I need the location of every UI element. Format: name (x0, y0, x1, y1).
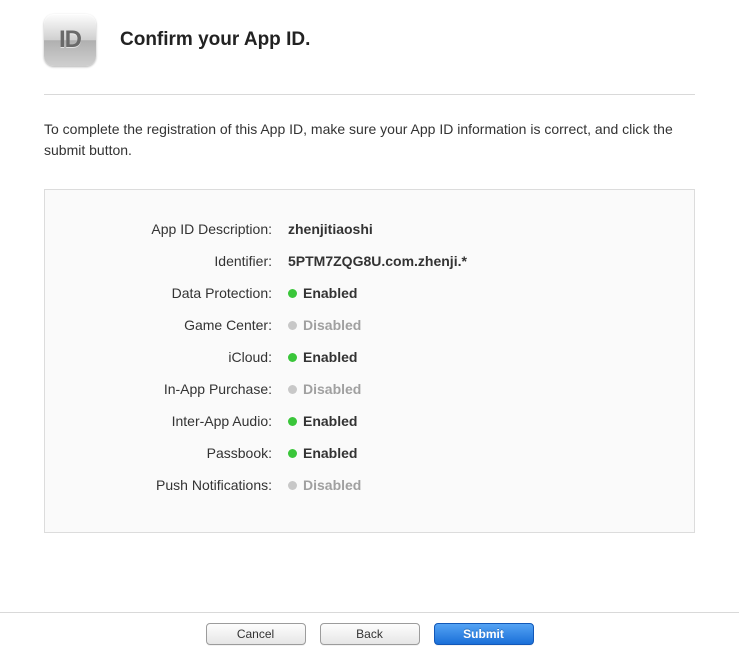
status-dot-icon (288, 385, 297, 394)
value-data-protection: Enabled (303, 285, 357, 301)
row-inter-app-audio: Inter-App Audio: Enabled (65, 412, 674, 430)
row-description: App ID Description: zhenjitiaoshi (65, 220, 674, 238)
page-header: ID Confirm your App ID. (44, 14, 695, 95)
id-icon-text: ID (59, 26, 81, 54)
status-dot-icon (288, 289, 297, 298)
value-identifier: 5PTM7ZQG8U.com.zhenji.* (280, 253, 467, 269)
value-description: zhenjitiaoshi (280, 221, 373, 237)
value-icloud: Enabled (303, 349, 357, 365)
label-data-protection: Data Protection: (65, 285, 280, 301)
label-description: App ID Description: (65, 221, 280, 237)
label-passbook: Passbook: (65, 445, 280, 461)
status-dot-icon (288, 481, 297, 490)
back-button[interactable]: Back (320, 623, 420, 645)
instructions-text: To complete the registration of this App… (44, 119, 695, 161)
row-data-protection: Data Protection: Enabled (65, 284, 674, 302)
value-game-center: Disabled (303, 317, 361, 333)
label-push: Push Notifications: (65, 477, 280, 493)
id-icon: ID (44, 14, 96, 66)
value-inter-app-audio: Enabled (303, 413, 357, 429)
row-push: Push Notifications: Disabled (65, 476, 674, 494)
status-dot-icon (288, 353, 297, 362)
label-game-center: Game Center: (65, 317, 280, 333)
value-passbook: Enabled (303, 445, 357, 461)
row-game-center: Game Center: Disabled (65, 316, 674, 334)
cancel-button[interactable]: Cancel (206, 623, 306, 645)
value-iap: Disabled (303, 381, 361, 397)
page-title: Confirm your App ID. (120, 29, 310, 51)
app-id-info-box: App ID Description: zhenjitiaoshi Identi… (44, 189, 695, 533)
row-identifier: Identifier: 5PTM7ZQG8U.com.zhenji.* (65, 252, 674, 270)
status-dot-icon (288, 449, 297, 458)
row-icloud: iCloud: Enabled (65, 348, 674, 366)
row-iap: In-App Purchase: Disabled (65, 380, 674, 398)
label-inter-app-audio: Inter-App Audio: (65, 413, 280, 429)
status-dot-icon (288, 321, 297, 330)
label-iap: In-App Purchase: (65, 381, 280, 397)
label-identifier: Identifier: (65, 253, 280, 269)
status-dot-icon (288, 417, 297, 426)
value-push: Disabled (303, 477, 361, 493)
label-icloud: iCloud: (65, 349, 280, 365)
footer-bar: Cancel Back Submit (0, 612, 739, 655)
row-passbook: Passbook: Enabled (65, 444, 674, 462)
submit-button[interactable]: Submit (434, 623, 534, 645)
